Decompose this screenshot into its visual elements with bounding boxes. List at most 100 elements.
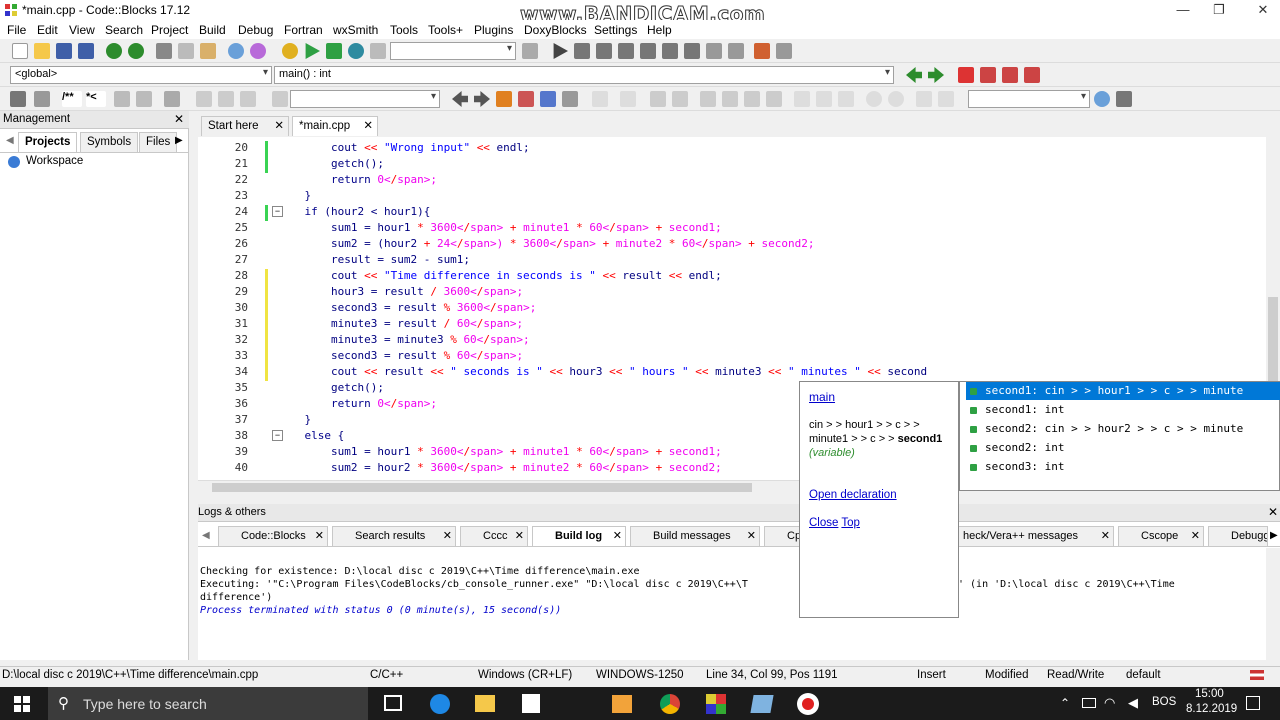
- bandicam-icon[interactable]: [797, 693, 819, 715]
- doxy-config-icon[interactable]: [164, 91, 180, 107]
- new-file-icon[interactable]: [12, 43, 28, 59]
- shape-rect-icon[interactable]: [620, 91, 636, 107]
- log-tab-close-icon[interactable]: ✕: [315, 527, 324, 545]
- build-target-combo[interactable]: ▾: [390, 42, 516, 60]
- next-line-icon[interactable]: [596, 43, 612, 59]
- frame2-icon[interactable]: [816, 91, 832, 107]
- code-line[interactable]: cout << "Time difference in seconds is "…: [278, 269, 722, 282]
- frame3-icon[interactable]: [838, 91, 854, 107]
- run-icon[interactable]: [305, 43, 320, 59]
- toggle-change-icon[interactable]: [218, 91, 234, 107]
- debug-windows-icon[interactable]: [754, 43, 770, 59]
- symbol-find-icon[interactable]: [1094, 91, 1110, 107]
- match-case-icon[interactable]: [518, 91, 534, 107]
- run-to-cursor-icon[interactable]: [574, 43, 590, 59]
- autocomplete-item[interactable]: second1: int: [966, 401, 1280, 419]
- line-comment-icon[interactable]: *<: [86, 91, 106, 107]
- symbol-settings-icon[interactable]: [1116, 91, 1132, 107]
- log-tab-cpp[interactable]: Cpp: [764, 526, 800, 546]
- log-tab-close-icon[interactable]: ✕: [515, 527, 524, 545]
- menu-build[interactable]: Build: [199, 23, 226, 37]
- menu-debug[interactable]: Debug: [238, 23, 273, 37]
- step-into-instruction-icon[interactable]: [684, 43, 700, 59]
- zoom-in-icon[interactable]: [866, 91, 882, 107]
- menu-view[interactable]: View: [69, 23, 95, 37]
- step-out-icon[interactable]: [640, 43, 656, 59]
- zoom-out-icon[interactable]: [888, 91, 904, 107]
- logs-close-icon[interactable]: ✕: [1268, 505, 1278, 519]
- menu-fortran[interactable]: Fortran: [284, 23, 323, 37]
- copy-icon[interactable]: [178, 43, 194, 59]
- notifications-icon[interactable]: [1246, 696, 1260, 710]
- input-language[interactable]: BOS: [1152, 696, 1176, 708]
- log-tab-cscope[interactable]: Cscope ✕: [1118, 526, 1204, 546]
- clock-time[interactable]: 15:00: [1195, 688, 1224, 700]
- step-into-icon[interactable]: [618, 43, 634, 59]
- select-icon[interactable]: [592, 91, 608, 107]
- tab-start-here-close-icon[interactable]: ✕: [274, 117, 284, 135]
- tray-chevron-icon[interactable]: ⌃: [1060, 696, 1070, 710]
- menu-tools[interactable]: Tools: [390, 23, 418, 37]
- tab-start-here[interactable]: Start here ✕: [201, 116, 289, 136]
- menu-search[interactable]: Search: [105, 23, 143, 37]
- save-icon[interactable]: [56, 43, 72, 59]
- log-tab-close-icon[interactable]: ✕: [1191, 527, 1200, 545]
- menu-wxsmith[interactable]: wxSmith: [333, 23, 378, 37]
- align-right-icon[interactable]: [744, 91, 760, 107]
- maximize-button[interactable]: ❐: [1196, 0, 1242, 20]
- regex-icon[interactable]: [562, 91, 578, 107]
- close-link[interactable]: Close: [809, 517, 838, 529]
- code-line[interactable]: hour3 = result / 3600</span>;: [278, 285, 523, 298]
- chm-icon[interactable]: [136, 91, 152, 107]
- code-line[interactable]: }: [278, 413, 311, 426]
- top-link[interactable]: Top: [841, 517, 860, 529]
- doc-link-main[interactable]: main: [809, 390, 835, 404]
- incremental-search-combo[interactable]: ▾: [290, 90, 440, 108]
- notepad-icon[interactable]: [750, 695, 774, 713]
- undo-icon[interactable]: [106, 43, 122, 59]
- replace-icon[interactable]: [250, 43, 266, 59]
- log-tab-close-icon[interactable]: ✕: [1101, 527, 1110, 545]
- redo-icon[interactable]: [128, 43, 144, 59]
- volume-icon[interactable]: ◀: [1128, 695, 1138, 711]
- menu-tools-plus[interactable]: Tools+: [428, 23, 463, 37]
- management-close-icon[interactable]: ✕: [174, 112, 184, 126]
- code-line[interactable]: sum1 = hour1 * 3600</span> + minute1 * 6…: [278, 445, 722, 458]
- autocomplete-item-selected[interactable]: second1: cin > > hour1 > > c > > minute: [966, 382, 1280, 400]
- next-change-icon[interactable]: [240, 91, 256, 107]
- code-line[interactable]: minute3 = minute3 % 60</span>;: [278, 333, 530, 346]
- menu-settings[interactable]: Settings: [594, 23, 637, 37]
- highlight-icon[interactable]: [496, 91, 512, 107]
- scope-combo[interactable]: <global> ▾: [10, 66, 272, 84]
- debug-start-icon[interactable]: [553, 43, 568, 59]
- tab-files[interactable]: Files: [139, 132, 178, 152]
- prev-change-icon[interactable]: [196, 91, 212, 107]
- tab-main-cpp-close-icon[interactable]: ✕: [363, 117, 373, 135]
- block-comment-icon[interactable]: /**: [62, 91, 82, 107]
- autocomplete-item[interactable]: second3: int: [966, 458, 1280, 476]
- code-line[interactable]: return 0</span>;: [278, 173, 437, 186]
- debug-window-icon[interactable]: [522, 43, 538, 59]
- log-tab-build-messages[interactable]: Build messages ✕: [630, 526, 760, 546]
- menu-file[interactable]: File: [7, 23, 26, 37]
- debug-info-icon[interactable]: [776, 43, 792, 59]
- log-tab-close-icon[interactable]: ✕: [443, 527, 452, 545]
- bookmark-next-icon[interactable]: [1002, 67, 1018, 83]
- html-icon[interactable]: [114, 91, 130, 107]
- log-tab-debugger[interactable]: Debugge: [1208, 526, 1268, 546]
- log-tab-search-results[interactable]: Search results ✕: [332, 526, 456, 546]
- search-next-icon[interactable]: [474, 91, 490, 107]
- log-tab-close-icon[interactable]: ✕: [613, 527, 622, 545]
- codeblocks-taskbar-icon[interactable]: [706, 694, 726, 714]
- editor-hscroll-thumb[interactable]: [212, 483, 752, 492]
- code-line[interactable]: sum2 = (hour2 + 24</span>) * 3600</span>…: [278, 237, 815, 250]
- menu-project[interactable]: Project: [151, 23, 188, 37]
- file-explorer-icon[interactable]: [475, 695, 495, 712]
- log-tab-vera-messages[interactable]: heck/Vera++ messages ✕: [958, 526, 1114, 546]
- autocomplete-item[interactable]: second2: cin > > hour2 > > c > > minute: [966, 420, 1280, 438]
- code-line[interactable]: result = sum2 - sum1;: [278, 253, 470, 266]
- tab-projects[interactable]: Projects: [18, 132, 78, 152]
- chrome-icon[interactable]: [660, 694, 680, 714]
- paste-icon[interactable]: [200, 43, 216, 59]
- tab-scroll-right-icon[interactable]: ▶: [175, 135, 183, 146]
